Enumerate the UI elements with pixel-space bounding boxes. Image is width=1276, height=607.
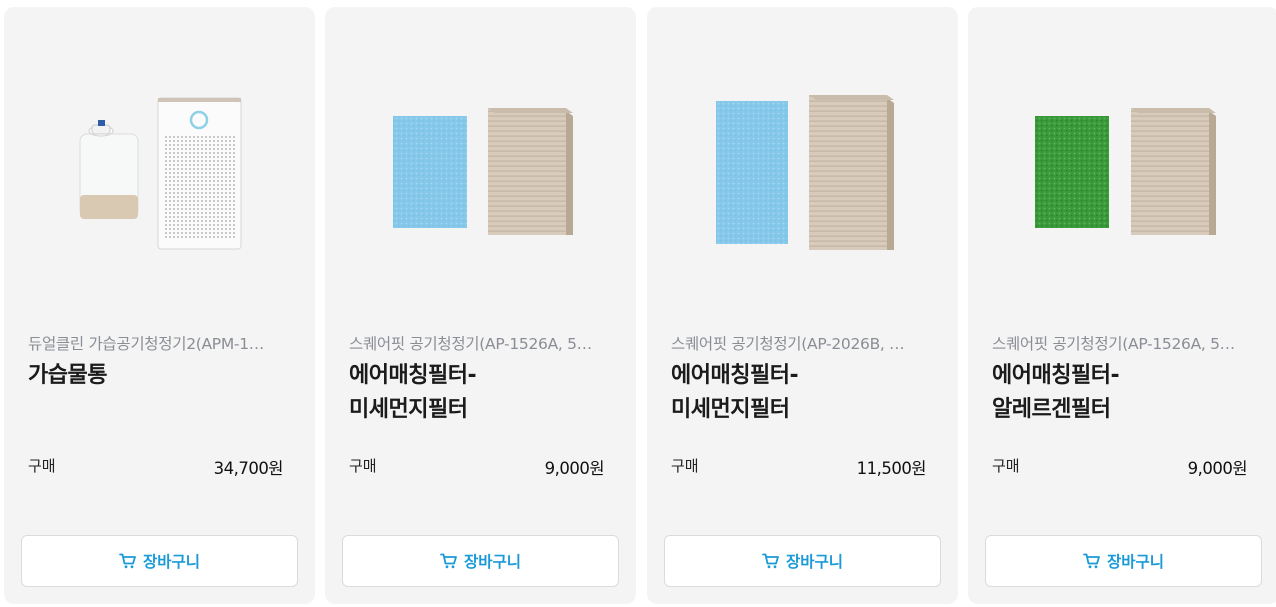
cart-button-label: 장바구니: [142, 553, 201, 571]
product-price: 34,700원: [213, 459, 284, 478]
product-grid: 듀얼클린 가습공기청정기2(APM-1… 가습물통 구매 34,700원 장바구…: [0, 0, 1276, 607]
add-to-cart-button[interactable]: 장바구니: [21, 535, 298, 587]
product-image[interactable]: [647, 7, 958, 307]
price-label: 구매: [992, 457, 1020, 475]
product-image[interactable]: [325, 7, 636, 307]
price-label: 구매: [28, 457, 56, 475]
add-to-cart-button[interactable]: 장바구니: [342, 535, 619, 587]
add-to-cart-button[interactable]: 장바구니: [985, 535, 1262, 587]
product-model: 듀얼클린 가습공기청정기2(APM-1…: [28, 335, 264, 353]
product-title[interactable]: 가습물통: [28, 359, 298, 393]
product-image[interactable]: [968, 7, 1276, 307]
product-model: 스퀘어핏 공기청정기(AP-2026B, …: [671, 335, 905, 353]
product-card[interactable]: 스퀘어핏 공기청정기(AP-1526A, 5… 에어매칭필터- 미세먼지필터 구…: [325, 7, 636, 604]
product-price: 9,000원: [1187, 459, 1248, 478]
add-to-cart-button[interactable]: 장바구니: [664, 535, 941, 587]
cart-button-label: 장바구니: [785, 553, 844, 571]
cart-button-label: 장바구니: [463, 553, 522, 571]
product-model: 스퀘어핏 공기청정기(AP-1526A, 5…: [992, 335, 1235, 353]
price-label: 구매: [671, 457, 699, 475]
cart-icon: [1083, 553, 1101, 569]
product-price: 11,500원: [856, 459, 927, 478]
product-card[interactable]: 스퀘어핏 공기청정기(AP-2026B, … 에어매칭필터- 미세먼지필터 구매…: [647, 7, 958, 604]
cart-icon: [440, 553, 458, 569]
product-price: 9,000원: [544, 459, 605, 478]
product-image[interactable]: [4, 7, 315, 307]
product-model: 스퀘어핏 공기청정기(AP-1526A, 5…: [349, 335, 592, 353]
price-label: 구매: [349, 457, 377, 475]
product-title[interactable]: 에어매칭필터- 알레르겐필터: [992, 359, 1262, 427]
product-card[interactable]: 스퀘어핏 공기청정기(AP-1526A, 5… 에어매칭필터- 알레르겐필터 구…: [968, 7, 1276, 604]
cart-icon: [119, 553, 137, 569]
product-title[interactable]: 에어매칭필터- 미세먼지필터: [349, 359, 619, 427]
product-title[interactable]: 에어매칭필터- 미세먼지필터: [671, 359, 941, 427]
cart-icon: [762, 553, 780, 569]
cart-button-label: 장바구니: [1106, 553, 1165, 571]
product-card[interactable]: 듀얼클린 가습공기청정기2(APM-1… 가습물통 구매 34,700원 장바구…: [4, 7, 315, 604]
